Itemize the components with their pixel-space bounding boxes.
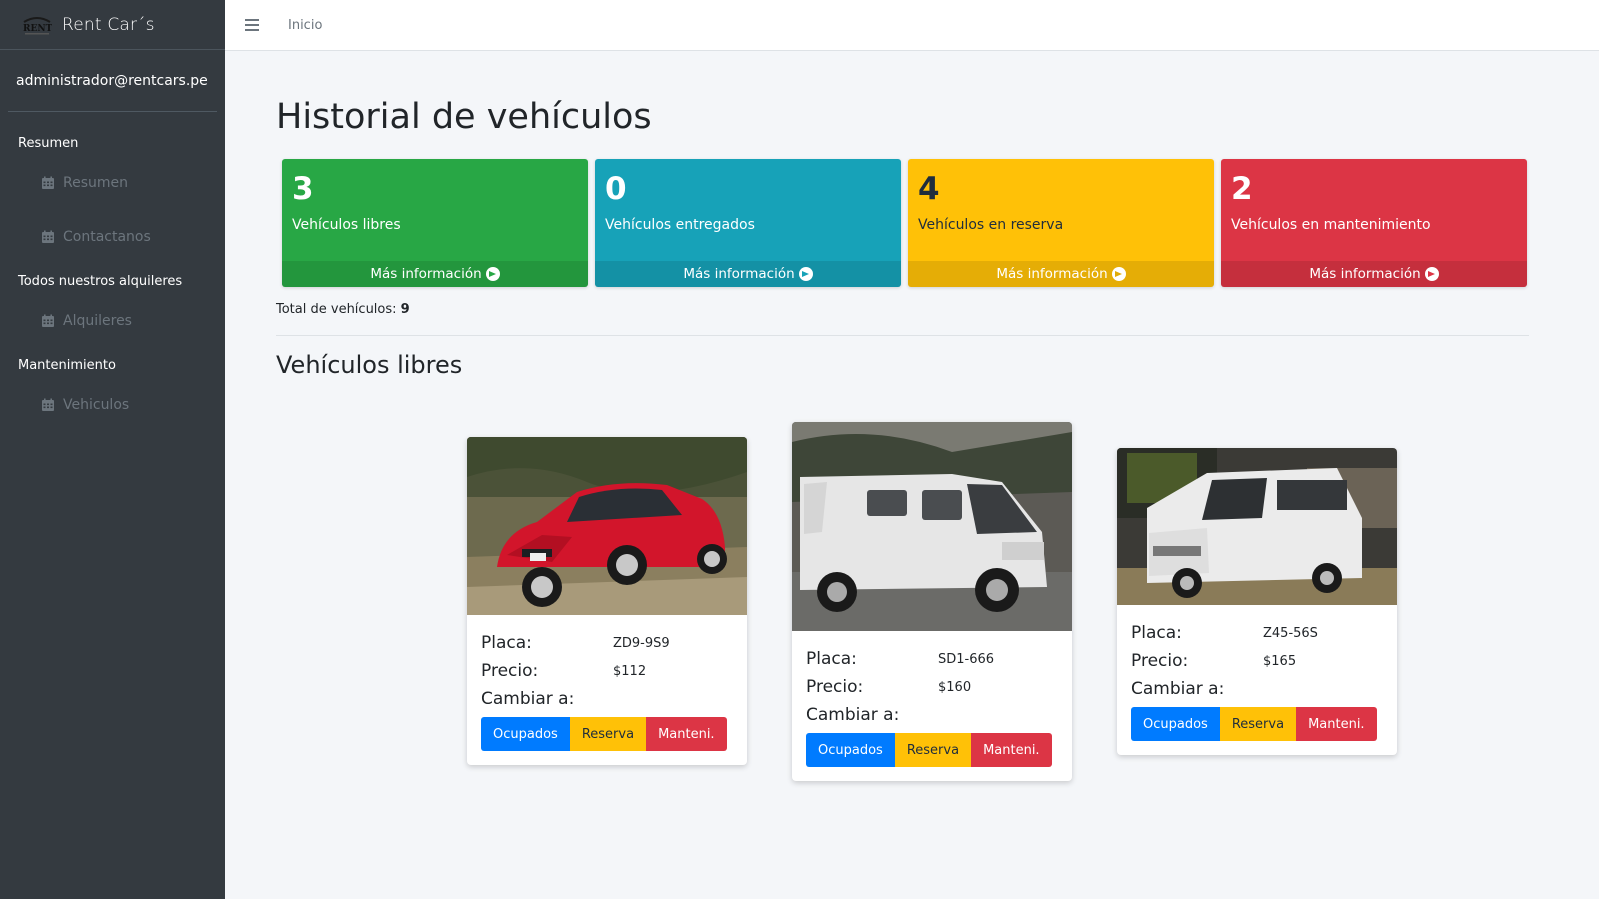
stat-label: Vehículos entregados	[605, 217, 755, 233]
total-value: 9	[400, 302, 410, 317]
vehicle-photo-white-minibus	[1117, 448, 1397, 605]
more-info-label: Más información	[996, 266, 1108, 282]
plate-value: ZD9-9S9	[613, 635, 670, 651]
plate-value: SD1-666	[938, 651, 995, 667]
total-vehicles: Total de vehículos: 9	[276, 302, 410, 317]
rent-logo-icon: RENT	[22, 13, 52, 37]
sidebar-item-label: Vehiculos	[63, 397, 130, 413]
vehicle-photo-red-hatchback	[467, 437, 747, 615]
calendar-icon	[42, 314, 54, 327]
set-occupied-button[interactable]: Ocupados	[806, 733, 895, 767]
set-maintenance-button[interactable]: Manteni.	[1296, 707, 1377, 741]
sidebar-item-label: Resumen	[63, 175, 129, 191]
set-occupied-button[interactable]: Ocupados	[481, 717, 570, 751]
divider	[276, 335, 1529, 336]
set-reserve-button[interactable]: Reserva	[569, 717, 647, 751]
set-reserve-button[interactable]: Reserva	[894, 733, 972, 767]
set-occupied-button[interactable]: Ocupados	[1131, 707, 1220, 741]
plate-label: Placa:	[806, 649, 857, 669]
more-info-label: Más información	[370, 266, 482, 282]
more-info-link[interactable]: Más información	[595, 261, 901, 287]
svg-text:RENT: RENT	[23, 24, 52, 34]
status-button-group: Ocupados Reserva Manteni.	[481, 717, 727, 751]
arrow-circle-right-icon	[1424, 267, 1439, 281]
page-title: Historial de vehículos	[276, 97, 652, 137]
total-label: Total de vehículos:	[276, 302, 397, 317]
top-navbar: Inicio	[225, 0, 1599, 51]
stat-label: Vehículos libres	[292, 217, 401, 233]
arrow-circle-right-icon	[485, 267, 500, 281]
stat-count: 0	[605, 171, 627, 207]
nav-header-resumen: Resumen	[18, 135, 79, 151]
vehicle-card: Placa: ZD9-9S9 Precio: $112 Cambiar a: Ocu…	[467, 437, 747, 765]
nav-link-inicio[interactable]: Inicio	[288, 18, 322, 33]
price-value: $112	[613, 663, 647, 679]
stat-label: Vehículos en mantenimiento	[1231, 217, 1431, 233]
more-info-link[interactable]: Más información	[282, 261, 588, 287]
sidebar-item-alquileres[interactable]: Alquileres	[0, 301, 225, 341]
price-value: $165	[1263, 653, 1297, 669]
sidebar: RENT Rent Car´s administrador@rentcars.p…	[0, 0, 225, 899]
plate-label: Placa:	[1131, 623, 1182, 643]
stat-box-mantenimiento: 2 Vehículos en mantenimiento Más informa…	[1221, 159, 1527, 287]
price-label: Precio:	[806, 677, 864, 697]
set-reserve-button[interactable]: Reserva	[1219, 707, 1297, 741]
sidebar-item-label: Alquileres	[63, 313, 132, 329]
calendar-icon	[42, 176, 54, 189]
stat-count: 2	[1231, 171, 1253, 207]
calendar-icon	[42, 230, 54, 243]
set-maintenance-button[interactable]: Manteni.	[971, 733, 1052, 767]
stat-boxes: 3 Vehículos libres Más información 0 Veh…	[282, 159, 1546, 287]
arrow-circle-right-icon	[798, 267, 813, 281]
price-label: Precio:	[1131, 651, 1189, 671]
sidebar-item-vehiculos[interactable]: Vehiculos	[0, 385, 225, 425]
change-label: Cambiar a:	[481, 689, 575, 709]
arrow-circle-right-icon	[1111, 267, 1126, 281]
main-content: Historial de vehículos 3 Vehículos libre…	[225, 51, 1599, 899]
status-button-group: Ocupados Reserva Manteni.	[806, 733, 1052, 767]
user-panel[interactable]: administrador@rentcars.pe	[8, 50, 217, 112]
brand-link[interactable]: RENT Rent Car´s	[0, 0, 225, 50]
nav-header-mantenimiento: Mantenimiento	[18, 357, 116, 373]
menu-toggle-icon[interactable]	[245, 19, 259, 31]
vehicle-card: Placa: Z45-56S Precio: $165 Cambiar a: Ocu…	[1117, 448, 1397, 755]
sidebar-item-contactanos[interactable]: Contactanos	[0, 217, 225, 257]
nav-header-alquileres: Todos nuestros alquileres	[18, 273, 183, 289]
stat-label: Vehículos en reserva	[918, 217, 1064, 233]
plate-label: Placa:	[481, 633, 532, 653]
stat-box-libres: 3 Vehículos libres Más información	[282, 159, 588, 287]
user-email[interactable]: administrador@rentcars.pe	[16, 73, 208, 89]
more-info-label: Más información	[683, 266, 795, 282]
set-maintenance-button[interactable]: Manteni.	[646, 717, 727, 751]
change-label: Cambiar a:	[806, 705, 900, 725]
vehicle-card: Placa: SD1-666 Precio: $160 Cambiar a: Ocu…	[792, 422, 1072, 781]
stat-box-reserva: 4 Vehículos en reserva Más información	[908, 159, 1214, 287]
brand-name: Rent Car´s	[62, 14, 155, 35]
stat-count: 4	[918, 171, 940, 207]
sidebar-item-label: Contactanos	[63, 229, 151, 245]
change-label: Cambiar a:	[1131, 679, 1225, 699]
vehicle-photo-white-van	[792, 422, 1072, 631]
price-label: Precio:	[481, 661, 539, 681]
status-button-group: Ocupados Reserva Manteni.	[1131, 707, 1377, 741]
more-info-label: Más información	[1309, 266, 1421, 282]
more-info-link[interactable]: Más información	[1221, 261, 1527, 287]
calendar-icon	[42, 398, 54, 411]
stat-box-entregados: 0 Vehículos entregados Más información	[595, 159, 901, 287]
section-title: Vehículos libres	[276, 351, 463, 379]
plate-value: Z45-56S	[1263, 625, 1318, 641]
stat-count: 3	[292, 171, 314, 207]
price-value: $160	[938, 679, 972, 695]
more-info-link[interactable]: Más información	[908, 261, 1214, 287]
sidebar-item-resumen[interactable]: Resumen	[0, 163, 225, 203]
